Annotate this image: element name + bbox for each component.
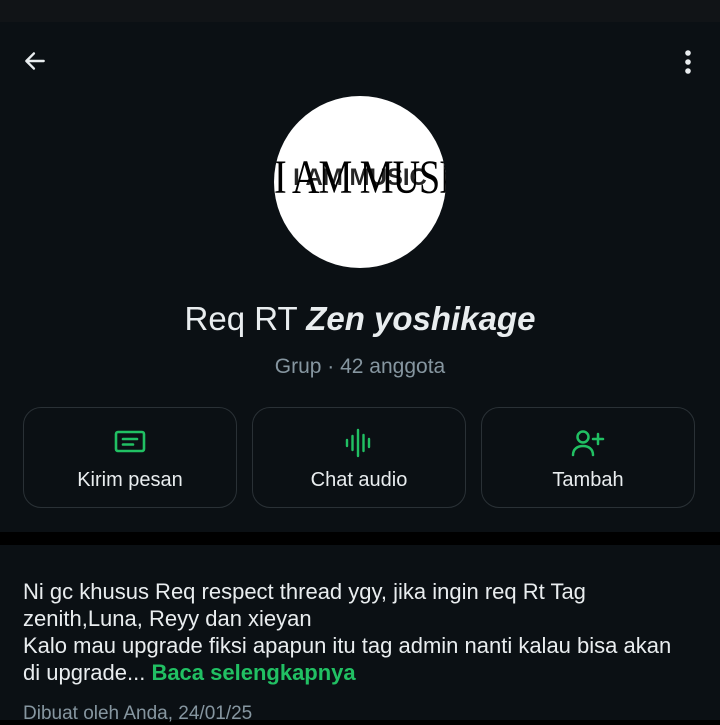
send-message-label: Kirim pesan — [77, 469, 183, 491]
read-more-link[interactable]: Baca selengkapnya — [151, 660, 355, 685]
group-name-prefix: Req RT — [184, 300, 307, 337]
group-avatar[interactable]: I AM MUSIC I AM MUSIC — [274, 96, 446, 268]
group-description: Ni gc khusus Req respect thread ygy, jik… — [23, 578, 693, 686]
add-person-icon — [571, 430, 605, 457]
audio-chat-button[interactable]: Chat audio — [252, 407, 466, 508]
description-line-1: Ni gc khusus Req respect thread ygy, jik… — [23, 579, 586, 631]
add-member-button[interactable]: Tambah — [481, 407, 695, 508]
group-name: Req RT Zen yoshikage — [0, 300, 720, 338]
send-message-button[interactable]: Kirim pesan — [23, 407, 237, 508]
status-bar — [0, 0, 720, 22]
audio-wave-icon — [345, 428, 371, 458]
group-member-count: Grup · 42 anggota — [274, 355, 446, 378]
group-description-panel: Ni gc khusus Req respect thread ygy, jik… — [0, 545, 720, 724]
arrow-left-icon — [25, 52, 45, 70]
more-options-button[interactable] — [666, 40, 710, 84]
avatar-logo-text-overlay: I AM MUSIC — [293, 164, 427, 191]
avatar-logo: I AM MUSIC I AM MUSIC — [274, 152, 446, 212]
audio-chat-label: Chat audio — [310, 469, 408, 491]
add-member-label: Tambah — [552, 469, 624, 491]
message-icon — [114, 430, 146, 453]
more-vertical-icon — [685, 50, 691, 74]
created-by-text: Dibuat oleh Anda, 24/01/25 — [23, 703, 253, 724]
group-name-emphasis: Zen yoshikage — [306, 300, 536, 337]
back-button[interactable] — [14, 40, 56, 82]
